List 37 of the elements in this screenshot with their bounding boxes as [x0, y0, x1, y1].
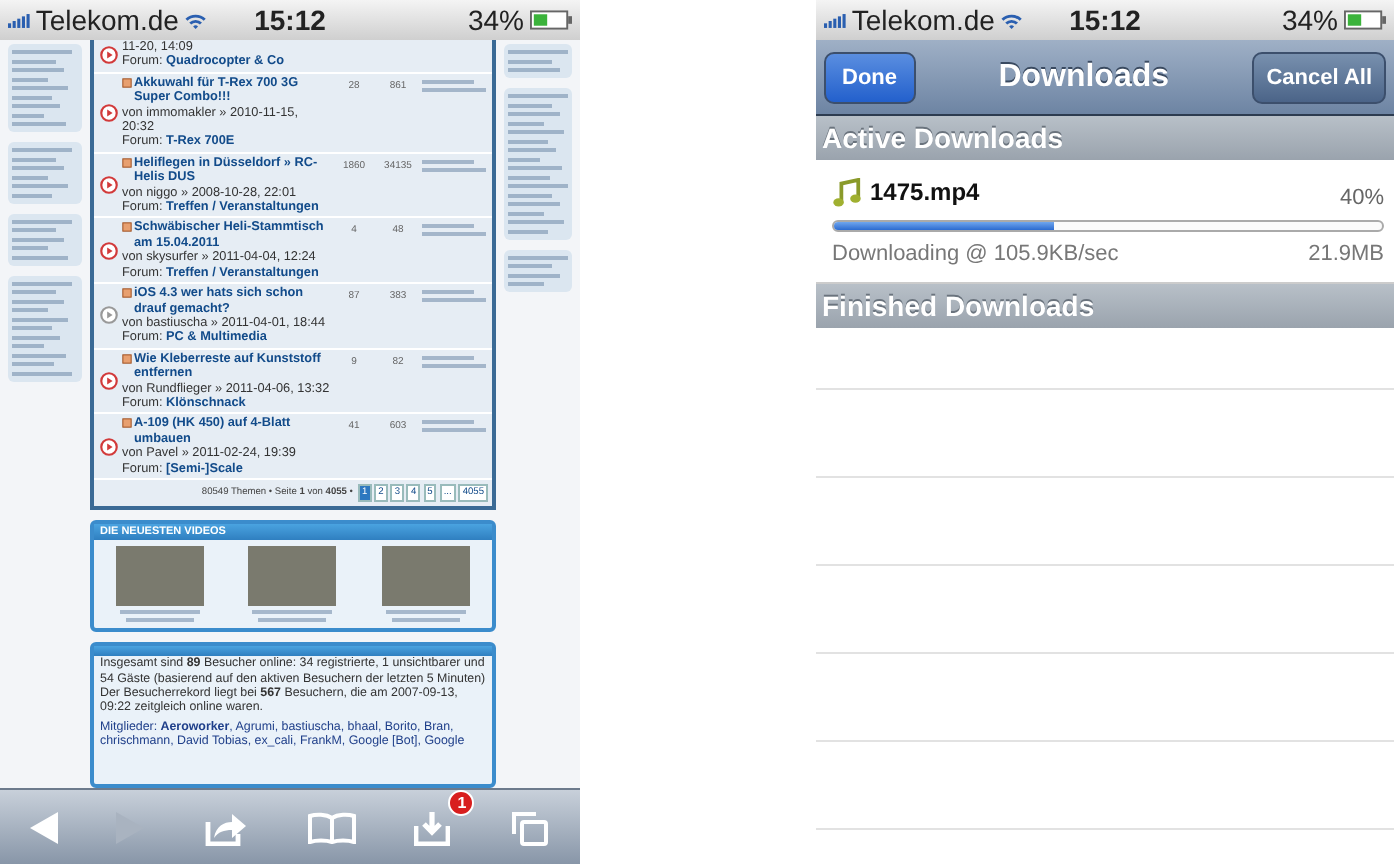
- progress-percentage: 40%: [1339, 184, 1384, 210]
- clock-time: 15:12: [254, 4, 326, 36]
- done-button[interactable]: Done: [824, 51, 915, 103]
- section-header: Active Downloads: [816, 116, 1394, 160]
- wifi-icon: [184, 9, 208, 31]
- tabs-icon[interactable]: [510, 809, 551, 845]
- battery-percentage: 34%: [1281, 4, 1338, 36]
- music-file-icon: [832, 177, 862, 207]
- signal-icon: [8, 11, 30, 29]
- sidebar-panel: [8, 275, 82, 381]
- notification-badge: 1: [448, 789, 475, 815]
- sidebar-panel: [504, 249, 572, 292]
- signal-icon: [824, 11, 846, 29]
- wifi-icon: [1000, 9, 1024, 31]
- photo-placeholder[interactable]: [116, 546, 205, 607]
- clock-time: 15:12: [1069, 4, 1141, 36]
- share-icon[interactable]: [204, 809, 249, 845]
- download-icon[interactable]: [414, 809, 451, 845]
- photo-placeholder[interactable]: [248, 546, 337, 607]
- book-icon[interactable]: [307, 811, 356, 843]
- carrier-name: Telekom.de: [35, 4, 179, 36]
- file-size: 21.9MB: [1308, 242, 1384, 266]
- sidebar-panel: [8, 44, 82, 132]
- screen-title: Downloads: [998, 59, 1170, 95]
- carrier-name: Telekom.de: [851, 4, 995, 36]
- file-name: 1475.mp4: [870, 178, 980, 206]
- sidebar-panel: [504, 44, 572, 78]
- download-status: Downloading @ 105.9KB/sec: [832, 242, 1119, 266]
- cancel-all-button[interactable]: Cancel All: [1252, 51, 1386, 103]
- section-header: Finished Downloads: [816, 284, 1394, 328]
- photo-placeholder[interactable]: [381, 546, 470, 607]
- sidebar-panel: [8, 213, 82, 265]
- battery-icon: [530, 10, 572, 30]
- sidebar-panel: [8, 142, 82, 203]
- battery-percentage: 34%: [467, 4, 524, 36]
- back-icon[interactable]: [29, 811, 58, 843]
- battery-icon: [1344, 10, 1386, 30]
